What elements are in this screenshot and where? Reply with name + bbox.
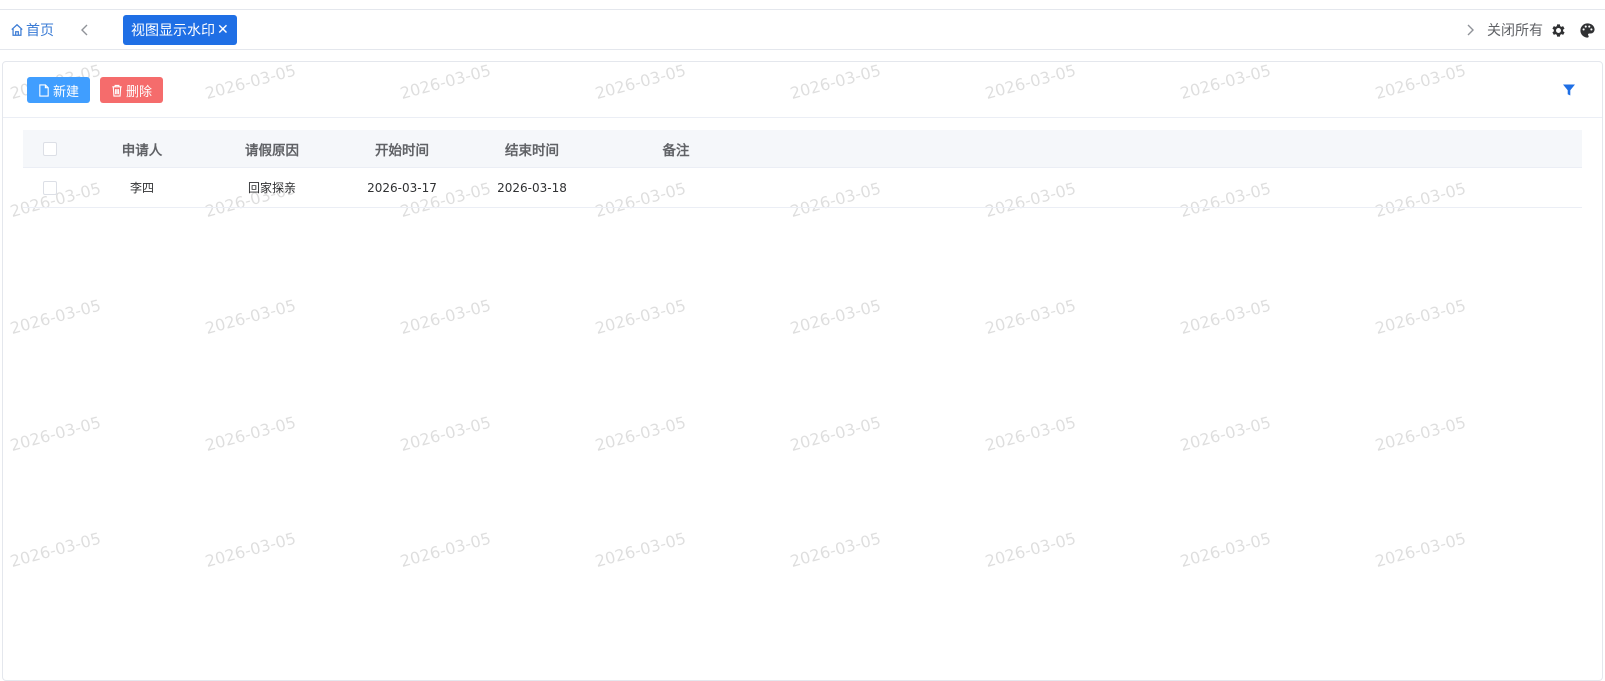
watermark-text: 2026-03-05 [1178,412,1273,455]
gear-icon[interactable] [1550,22,1567,39]
cell-applicant: 李四 [129,181,154,195]
column-header-applicant[interactable]: 申请人 [77,139,207,159]
watermark-text: 2026-03-05 [983,412,1078,455]
delete-button[interactable]: 删除 [100,77,164,103]
tab-close-icon[interactable]: ✕ [217,23,229,37]
watermark-text: 2026-03-05 [398,295,493,338]
watermark-text: 2026-03-05 [8,412,103,455]
column-header-start[interactable]: 开始时间 [337,139,467,159]
watermark-text: 2026-03-05 [1178,295,1273,338]
watermark-text: 2026-03-05 [593,528,688,571]
watermark-text: 2026-03-05 [1178,528,1273,571]
delete-button-label: 删除 [126,83,153,99]
tab-scroll-left-button[interactable] [75,20,95,40]
trash-icon [112,84,122,97]
watermark-text: 2026-03-05 [788,295,883,338]
top-strip [0,0,1605,10]
home-icon [11,23,23,36]
cell-reason: 回家探亲 [247,181,296,195]
tab-scroll-right-button[interactable] [1460,20,1480,40]
tab-bar: 首页 视图显示水印 ✕ 关闭所有 [0,10,1605,50]
cell-start: 2026-03-17 [367,180,437,195]
watermark-text: 2026-03-05 [788,528,883,571]
column-header-reason[interactable]: 请假原因 [207,139,337,159]
table-row[interactable]: 李四 回家探亲 2026-03-17 2026-03-18 [23,168,1582,208]
watermark-text: 2026-03-05 [983,528,1078,571]
watermark-text: 2026-03-05 [593,295,688,338]
watermark-text: 2026-03-05 [203,295,298,338]
watermark-text: 2026-03-05 [788,412,883,455]
watermark-text: 2026-03-05 [1373,412,1468,455]
watermark-text: 2026-03-05 [398,528,493,571]
row-checkbox[interactable] [43,180,57,195]
watermark-text: 2026-03-05 [1373,295,1468,338]
home-label: 首页 [26,23,54,39]
filter-icon[interactable] [1562,83,1576,97]
header-checkbox-cell [23,141,77,156]
select-all-checkbox[interactable] [43,141,57,156]
column-header-note[interactable]: 备注 [597,139,755,159]
tab-view-watermark[interactable]: 视图显示水印 ✕ [123,15,237,45]
toolbar: 新建 删除 [3,62,1602,118]
file-icon [39,83,49,97]
watermark-text: 2026-03-05 [8,295,103,338]
watermark-text: 2026-03-05 [983,295,1078,338]
chevron-right-icon [1467,24,1474,36]
watermark-text: 2026-03-05 [8,528,103,571]
column-header-end[interactable]: 结束时间 [467,139,597,159]
palette-icon[interactable] [1579,22,1596,39]
chevron-left-icon [81,24,88,36]
watermark-text: 2026-03-05 [1373,528,1468,571]
table-header: 申请人 请假原因 开始时间 结束时间 备注 [23,130,1582,168]
content-panel: 2026-03-05 2026-03-05 2026-03-05 2026-03-05… [2,61,1603,681]
new-button[interactable]: 新建 [27,77,91,103]
watermark-text: 2026-03-05 [203,412,298,455]
watermark-text: 2026-03-05 [203,528,298,571]
row-checkbox-cell [23,180,77,195]
watermark-text: 2026-03-05 [398,412,493,455]
cell-end: 2026-03-18 [497,180,567,195]
watermark-text: 2026-03-05 [593,412,688,455]
home-link[interactable]: 首页 [10,20,54,40]
active-tab-label: 视图显示水印 [131,23,215,39]
close-all-button[interactable]: 关闭所有 [1487,20,1543,40]
data-table: 申请人 请假原因 开始时间 结束时间 备注 李四 回家探亲 2026-03-17… [23,130,1582,208]
new-button-label: 新建 [53,83,80,99]
